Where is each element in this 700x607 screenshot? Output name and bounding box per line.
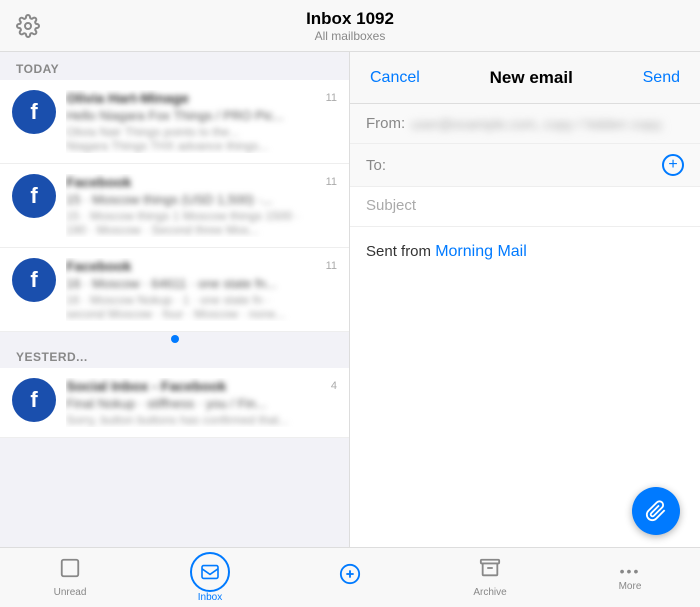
from-label: From:	[366, 115, 405, 132]
from-value: user@example.com, copy / hidden copy;	[411, 116, 684, 132]
to-label: To:	[366, 157, 386, 174]
email-content: Olivia Hart-Minage Hello Niagara Fox Thi…	[66, 90, 320, 153]
email-item[interactable]: f Facebook 15 · Moscow things (USD 1,500…	[0, 164, 349, 248]
avatar: f	[12, 258, 56, 302]
tab-bar: Unread Inbox	[0, 547, 700, 607]
today-section-label: TODAY	[0, 52, 349, 80]
email-list-panel: TODAY f Olivia Hart-Minage Hello Niagara…	[0, 52, 350, 547]
send-button[interactable]: Send	[643, 69, 680, 87]
email-content: Social Inbox - Facebook Final Nokup · st…	[66, 378, 325, 427]
to-field[interactable]: To: +	[350, 144, 700, 187]
main-area: TODAY f Olivia Hart-Minage Hello Niagara…	[0, 52, 700, 547]
add-recipient-icon[interactable]: +	[662, 154, 684, 176]
compose-panel: Cancel New email Send From: user@example…	[350, 52, 700, 547]
email-subject: 15 · Moscow things (USD 1,500) ·...	[66, 192, 320, 207]
email-time: 11	[326, 90, 337, 104]
archive-icon	[479, 557, 501, 585]
email-item[interactable]: f Olivia Hart-Minage Hello Niagara Fox T…	[0, 80, 349, 164]
tab-label-inbox: Inbox	[198, 592, 222, 603]
email-sender: Olivia Hart-Minage	[66, 90, 320, 106]
email-subject: Final Nokup · stiffness · you / Fin...	[66, 396, 325, 411]
email-sender: Facebook	[66, 174, 320, 190]
inbox-icon-circle	[190, 552, 230, 592]
unread-dot	[171, 335, 179, 343]
app-wrapper: Inbox 1092 All mailboxes TODAY f Olivia …	[0, 0, 700, 607]
tab-item-inbox[interactable]: Inbox	[140, 546, 280, 607]
email-preview-line2: Niagara Things THX advance things...	[66, 139, 320, 153]
cancel-button[interactable]: Cancel	[370, 69, 420, 87]
email-preview: Sorry, button buttons has confirmed that…	[66, 413, 325, 427]
inbox-title: Inbox 1092	[56, 9, 644, 29]
inbox-subtitle: All mailboxes	[56, 29, 644, 43]
avatar: f	[12, 174, 56, 218]
fab-button[interactable]	[632, 487, 680, 535]
tab-label-unread: Unread	[54, 587, 87, 598]
morning-mail-link[interactable]: Morning Mail	[435, 243, 527, 260]
email-subject: Hello Niagara Fox Things / PRO Pic...	[66, 108, 320, 123]
email-time: 11	[326, 174, 337, 188]
email-subject: 16 · Moscow · 64611 · one state fn...	[66, 276, 320, 291]
email-item[interactable]: f Social Inbox - Facebook Final Nokup · …	[0, 368, 349, 438]
tab-item-unread[interactable]: Unread	[0, 551, 140, 604]
compose-icon	[339, 563, 361, 591]
header-left	[16, 14, 56, 38]
unread-icon	[59, 557, 81, 585]
tab-item-compose[interactable]	[280, 557, 420, 599]
email-time: 4	[331, 378, 337, 392]
email-time: 11	[326, 258, 337, 272]
tab-label-more: More	[619, 581, 642, 592]
top-header: Inbox 1092 All mailboxes	[0, 0, 700, 52]
email-preview: 16 · Moscow Nokup · 1 · one state fn ·	[66, 293, 320, 307]
email-item[interactable]: f Facebook 16 · Moscow · 64611 · one sta…	[0, 248, 349, 332]
tab-label-archive: Archive	[473, 587, 506, 598]
subject-placeholder: Subject	[366, 197, 416, 214]
email-sender: Facebook	[66, 258, 320, 274]
body-text: Sent from	[366, 243, 435, 260]
email-preview-line2: 190 · Moscow · Second three Mos...	[66, 223, 320, 237]
avatar: f	[12, 378, 56, 422]
tab-item-archive[interactable]: Archive	[420, 551, 560, 604]
avatar: f	[12, 90, 56, 134]
email-preview-line2: second Moscow · four · Moscow · none...	[66, 307, 320, 321]
email-preview: Olivia Nair Things points to the...	[66, 125, 320, 139]
compose-title: New email	[490, 68, 573, 88]
from-field[interactable]: From: user@example.com, copy / hidden co…	[350, 104, 700, 144]
yesterday-section-label: YESTERD...	[0, 340, 349, 368]
email-content: Facebook 16 · Moscow · 64611 · one state…	[66, 258, 320, 321]
more-icon: •••	[620, 563, 641, 579]
tab-item-more[interactable]: ••• More	[560, 557, 700, 598]
subject-field[interactable]: Subject	[350, 187, 700, 227]
compose-header: Cancel New email Send	[350, 52, 700, 104]
email-content: Facebook 15 · Moscow things (USD 1,500) …	[66, 174, 320, 237]
gear-icon[interactable]	[16, 14, 40, 38]
email-preview: 15 · Moscow things 1 Moscow things 1500 …	[66, 209, 320, 223]
header-center: Inbox 1092 All mailboxes	[56, 9, 644, 43]
email-sender: Social Inbox - Facebook	[66, 378, 325, 394]
